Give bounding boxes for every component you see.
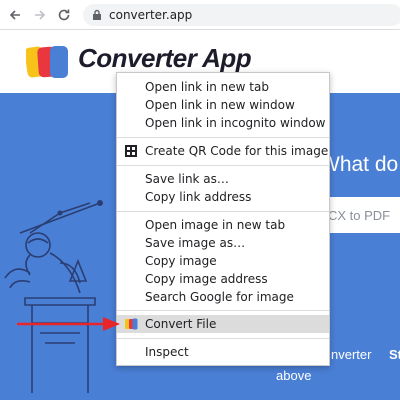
converter-app-icon: [125, 318, 138, 330]
menu-item-search-google-image[interactable]: Search Google for image: [117, 288, 329, 306]
menu-separator: [117, 338, 329, 339]
menu-item-open-link-new-window[interactable]: Open link in new window: [117, 96, 329, 114]
menu-item-copy-image-address[interactable]: Copy image address: [117, 270, 329, 288]
lock-icon: [93, 9, 101, 20]
menu-item-open-link-new-tab[interactable]: Open link in new tab: [117, 78, 329, 96]
red-pointer-arrow-icon: [17, 317, 120, 331]
converter-app-logo[interactable]: [26, 45, 70, 79]
arrow-right-icon: [35, 10, 46, 20]
menu-item-save-image-as[interactable]: Save image as…: [117, 234, 329, 252]
reload-icon: [58, 9, 70, 21]
hero-text-3: above: [276, 368, 312, 383]
arrow-left-icon: [9, 10, 20, 20]
brand-name[interactable]: Converter App: [78, 43, 252, 74]
menu-separator: [117, 165, 329, 166]
menu-item-create-qr-code[interactable]: Create QR Code for this image: [117, 142, 329, 160]
menu-separator: [117, 211, 329, 212]
menu-item-inspect[interactable]: Inspect: [117, 343, 329, 361]
menu-separator: [117, 310, 329, 311]
browser-toolbar: converter.app: [0, 0, 400, 30]
menu-item-open-link-incognito[interactable]: Open link in incognito window: [117, 114, 329, 132]
forward-button[interactable]: [31, 6, 49, 24]
hero-heading: What do y: [320, 153, 400, 176]
menu-item-label: Convert File: [145, 317, 217, 331]
menu-item-label: Create QR Code for this image: [145, 144, 329, 158]
format-search-input[interactable]: CX to PDF: [320, 197, 400, 233]
menu-separator: [117, 137, 329, 138]
hero-text-1: nverter: [331, 347, 372, 362]
qr-code-icon: [125, 145, 137, 157]
reload-button[interactable]: [55, 6, 73, 24]
context-menu: Open link in new tab Open link in new wi…: [116, 72, 330, 366]
menu-item-copy-image[interactable]: Copy image: [117, 252, 329, 270]
back-button[interactable]: [6, 6, 24, 24]
url-text: converter.app: [109, 8, 193, 22]
hero-text-2: St: [389, 347, 400, 362]
menu-item-open-image-new-tab[interactable]: Open image in new tab: [117, 216, 329, 234]
address-bar[interactable]: converter.app: [83, 4, 400, 26]
menu-item-convert-file[interactable]: Convert File: [117, 315, 329, 333]
menu-item-copy-link-address[interactable]: Copy link address: [117, 188, 329, 206]
menu-item-save-link-as[interactable]: Save link as…: [117, 170, 329, 188]
